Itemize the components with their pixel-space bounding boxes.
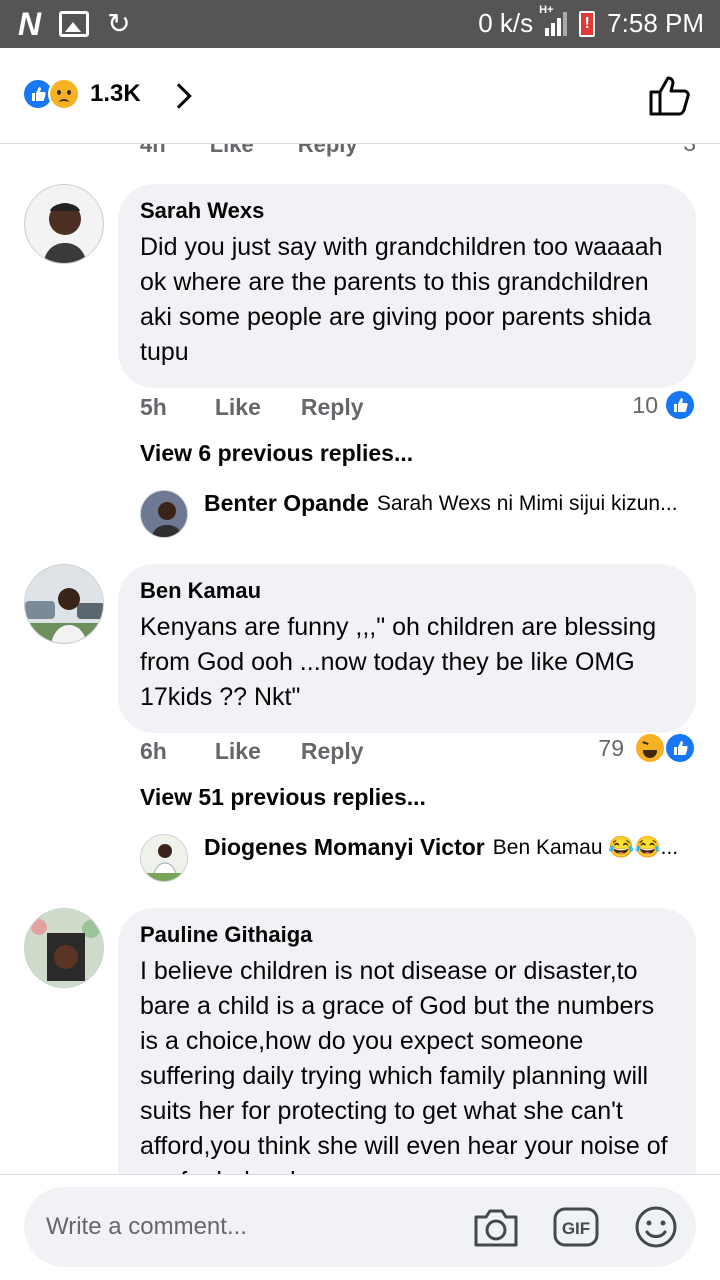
comment-actions: 5h Like Reply bbox=[140, 394, 364, 421]
chevron-right-icon[interactable] bbox=[166, 83, 192, 109]
reactions-header: 1.3K bbox=[0, 48, 720, 144]
comment-author[interactable]: Sarah Wexs bbox=[140, 198, 674, 224]
comment-time: 6h bbox=[140, 738, 167, 764]
reply-preview[interactable]: Diogenes Momanyi Victor Ben Kamau 😂😂... bbox=[140, 834, 700, 882]
network-type: H+ bbox=[539, 3, 554, 16]
comment-text: Kenyans are funny ,,," oh children are b… bbox=[140, 613, 657, 711]
sad-emoji-icon bbox=[48, 78, 80, 110]
comment-time: 5h bbox=[140, 394, 167, 420]
comment-bubble[interactable]: Ben Kamau Kenyans are funny ,,," oh chil… bbox=[118, 564, 696, 733]
signal-icon: H+ bbox=[539, 4, 568, 36]
comment-text: I believe children is not disease or dis… bbox=[140, 957, 668, 1195]
like-button[interactable]: Like bbox=[215, 738, 261, 765]
comment-actions: 6h Like Reply bbox=[140, 738, 364, 765]
gallery-icon bbox=[59, 11, 90, 37]
sync-icon: ↻ bbox=[107, 8, 131, 39]
comment-text: Did you just say with grandchildren too … bbox=[140, 233, 663, 366]
like-emoji-icon bbox=[664, 732, 696, 764]
status-bar-left: N ↻ bbox=[18, 8, 131, 40]
avatar[interactable] bbox=[24, 908, 104, 988]
status-bar-right: 0 k/s H+ ! 7:58 PM bbox=[478, 4, 704, 39]
avatar[interactable] bbox=[140, 490, 188, 538]
reply-text: Sarah Wexs ni Mimi sijui kizun... bbox=[376, 491, 678, 515]
comment-composer: GIF bbox=[0, 1174, 720, 1280]
svg-text:GIF: GIF bbox=[562, 1219, 590, 1238]
view-previous-replies[interactable]: View 51 previous replies... bbox=[140, 784, 426, 811]
reaction-count: 10 bbox=[632, 391, 658, 418]
camera-icon[interactable] bbox=[472, 1205, 520, 1254]
news-app-icon: N bbox=[18, 6, 42, 42]
reply-button[interactable]: Reply bbox=[301, 738, 364, 765]
sticker-icon[interactable] bbox=[632, 1205, 680, 1254]
reaction-count: 79 bbox=[598, 734, 624, 761]
avatar[interactable] bbox=[24, 564, 104, 644]
view-previous-replies[interactable]: View 6 previous replies... bbox=[140, 440, 413, 467]
comment-author[interactable]: Ben Kamau bbox=[140, 578, 674, 604]
comment-field: GIF bbox=[24, 1187, 696, 1267]
reaction-count: 1.3K bbox=[90, 80, 141, 107]
comment-author[interactable]: Pauline Githaiga bbox=[140, 922, 674, 948]
avatar[interactable] bbox=[140, 834, 188, 882]
like-button[interactable]: Like bbox=[215, 394, 261, 421]
comment-bubble[interactable]: Sarah Wexs Did you just say with grandch… bbox=[118, 184, 696, 388]
network-speed: 0 k/s bbox=[478, 8, 534, 38]
thumbs-up-icon[interactable] bbox=[648, 74, 692, 121]
reply-preview[interactable]: Benter Opande Sarah Wexs ni Mimi sijui k… bbox=[140, 490, 700, 538]
comment-reactions[interactable]: 79 bbox=[598, 732, 696, 764]
comment-reactions[interactable]: 10 bbox=[632, 389, 696, 421]
reactions-summary[interactable]: 1.3K bbox=[22, 78, 141, 110]
gif-icon[interactable]: GIF bbox=[552, 1205, 600, 1254]
like-emoji-icon bbox=[664, 389, 696, 421]
reply-author[interactable]: Benter Opande bbox=[204, 490, 369, 517]
reply-text: Ben Kamau 😂😂... bbox=[492, 835, 679, 859]
clock: 7:58 PM bbox=[607, 8, 704, 38]
comment-input[interactable] bbox=[46, 1205, 426, 1249]
status-bar: N ↻ 0 k/s H+ ! 7:58 PM bbox=[0, 0, 720, 48]
battery-icon: ! bbox=[579, 10, 596, 37]
haha-emoji-icon bbox=[634, 732, 666, 764]
reply-author[interactable]: Diogenes Momanyi Victor bbox=[204, 834, 485, 861]
comments-sheet: 1.3K 4h Like Reply 3 Sarah Wexs Did you … bbox=[0, 48, 720, 1280]
avatar[interactable] bbox=[24, 184, 104, 264]
reply-button[interactable]: Reply bbox=[301, 394, 364, 421]
